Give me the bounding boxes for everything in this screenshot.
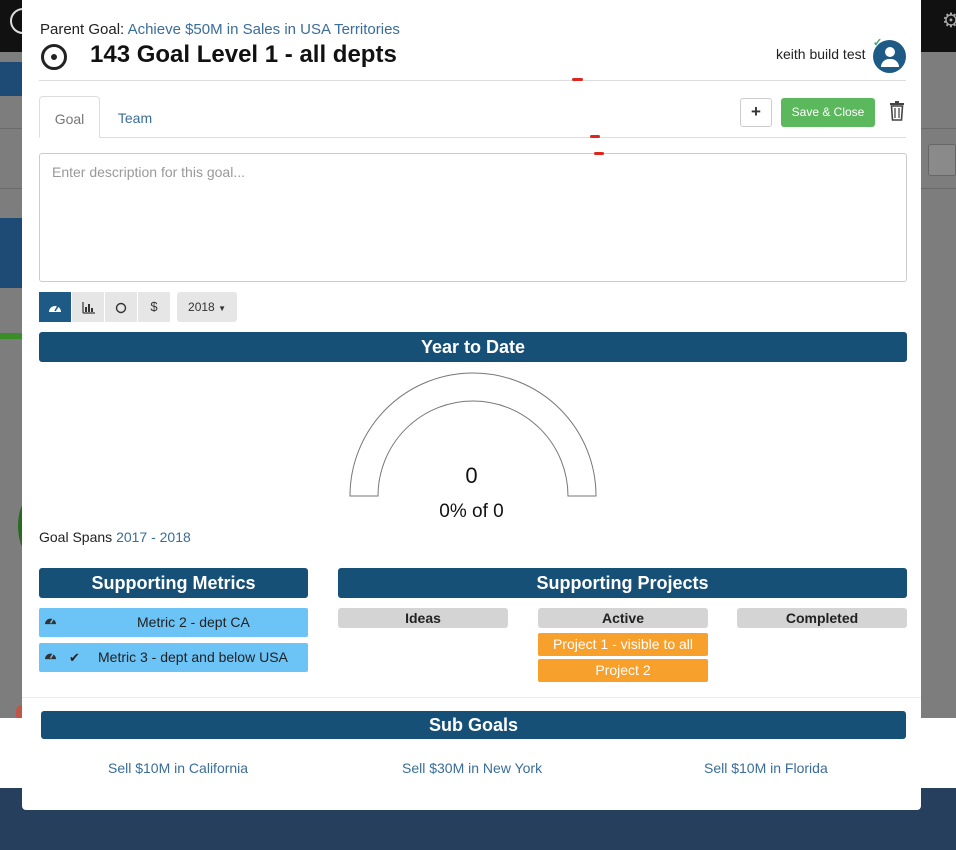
annotation-mark: [572, 78, 583, 81]
dollar-icon[interactable]: $: [138, 292, 170, 322]
header-divider: [39, 80, 906, 81]
user-icon: [885, 47, 895, 57]
year-dropdown-value: 2018: [188, 300, 215, 314]
annotation-mark: [590, 135, 600, 138]
background-add-button: [928, 144, 956, 176]
sub-goal-link[interactable]: Sell $10M in Florida: [704, 760, 828, 776]
avatar[interactable]: ✓: [873, 37, 906, 73]
section-divider: [22, 697, 921, 698]
parent-goal-label: Parent Goal:: [40, 21, 125, 38]
goal-spans-range[interactable]: 2017 - 2018: [116, 529, 191, 545]
owner-name: keith build test: [776, 46, 866, 62]
supporting-projects-header: Supporting Projects: [338, 568, 907, 598]
projects-column-ideas: Ideas: [338, 608, 508, 628]
goal-spans-label: Goal Spans: [39, 529, 113, 545]
trash-icon[interactable]: [889, 101, 905, 121]
sub-goal-link[interactable]: Sell $10M in California: [108, 760, 248, 776]
tab-team[interactable]: Team: [102, 96, 168, 138]
save-close-button[interactable]: Save & Close: [781, 98, 875, 127]
tab-goal[interactable]: Goal: [39, 96, 100, 138]
gear-icon: ⚙: [942, 10, 956, 32]
ytd-header: Year to Date: [39, 332, 907, 362]
projects-column-completed: Completed: [737, 608, 907, 628]
gauge-icon[interactable]: [39, 292, 71, 322]
metric-item[interactable]: Metric 2 - dept CA: [39, 608, 308, 637]
compass-icon: [41, 44, 67, 70]
ytd-value: 0: [465, 463, 478, 488]
user-icon-body: [881, 59, 899, 67]
background-tile: [0, 218, 22, 288]
description-input[interactable]: [39, 153, 907, 282]
gauge-icon: [44, 608, 57, 637]
metric-label: Metric 3 - dept and below USA: [98, 649, 288, 665]
supporting-metrics-header: Supporting Metrics: [39, 568, 308, 598]
background-button: [0, 62, 24, 96]
check-icon: ✔: [69, 650, 80, 665]
metric-item[interactable]: ✔ Metric 3 - dept and below USA: [39, 643, 308, 672]
check-icon: ✓: [873, 37, 883, 49]
metric-label: Metric 2 - dept CA: [137, 614, 250, 630]
parent-goal: Parent Goal: Achieve $50M in Sales in US…: [40, 21, 400, 38]
background-progress: [0, 333, 22, 339]
project-card[interactable]: Project 2: [538, 659, 708, 682]
bar-chart-icon[interactable]: [72, 292, 104, 322]
sub-goal-link[interactable]: Sell $30M in New York: [402, 760, 542, 776]
goal-spans: Goal Spans 2017 - 2018: [39, 529, 191, 545]
goal-title[interactable]: 143 Goal Level 1 - all depts: [90, 41, 397, 69]
parent-goal-link[interactable]: Achieve $50M in Sales in USA Territories: [128, 21, 400, 38]
annotation-mark: [594, 152, 604, 155]
year-dropdown[interactable]: 2018 ▼: [177, 292, 237, 322]
goal-modal: Parent Goal: Achieve $50M in Sales in US…: [22, 0, 921, 810]
gauge-icon: [44, 643, 57, 672]
project-card[interactable]: Project 1 - visible to all: [538, 633, 708, 656]
projects-column-active: Active: [538, 608, 708, 628]
sub-goals-header: Sub Goals: [41, 711, 906, 739]
caret-down-icon: ▼: [218, 304, 226, 313]
tabs-divider: [39, 137, 906, 138]
circle-icon[interactable]: [105, 292, 137, 322]
ytd-percent: 0% of 0: [439, 501, 504, 522]
add-button[interactable]: +: [740, 98, 772, 127]
